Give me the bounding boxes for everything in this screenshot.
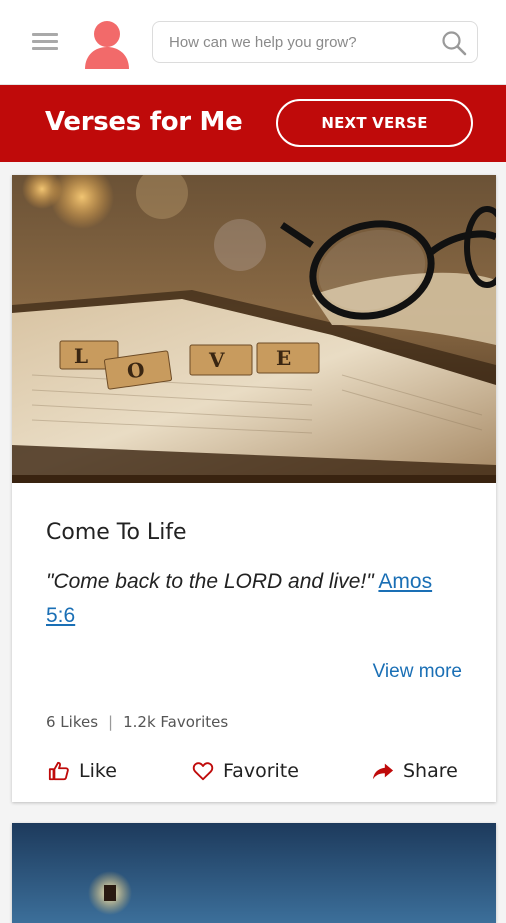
verse-quote: "Come back to the LORD and live!" Amos 5…	[46, 565, 466, 633]
verse-text: "Come back to the LORD and live!"	[46, 570, 374, 593]
like-button[interactable]: Like	[48, 753, 117, 789]
view-more-link[interactable]: View more	[373, 661, 462, 683]
svg-text:L: L	[74, 344, 88, 368]
svg-text:O: O	[125, 357, 146, 383]
svg-text:E: E	[276, 346, 291, 370]
verse-actions: Like Favorite Share	[12, 753, 496, 789]
user-icon[interactable]	[83, 19, 131, 71]
thumbs-up-icon	[48, 761, 69, 781]
page-title: Verses for Me	[45, 107, 243, 137]
top-bar	[0, 0, 506, 85]
search-box	[152, 21, 478, 63]
svg-text:V: V	[208, 348, 225, 372]
verse-image: L O V E	[12, 175, 496, 483]
likes-count: 6 Likes	[46, 713, 99, 731]
stats-divider: |	[108, 713, 114, 731]
next-verse-image	[12, 823, 496, 923]
share-arrow-icon	[372, 763, 394, 780]
like-label: Like	[79, 760, 117, 782]
verses-banner: Verses for Me NEXT VERSE	[0, 85, 506, 162]
favorites-count: 1.2k Favorites	[123, 713, 229, 731]
search-input[interactable]	[169, 22, 431, 62]
favorite-button[interactable]: Favorite	[192, 753, 299, 789]
verse-card: L O V E Come To Life "Come back to the L…	[12, 175, 496, 802]
next-verse-card	[12, 823, 496, 923]
share-button[interactable]: Share	[372, 753, 458, 789]
heart-icon	[192, 762, 214, 781]
share-label: Share	[403, 760, 458, 782]
favorite-label: Favorite	[223, 760, 299, 782]
verse-stats: 6 Likes | 1.2k Favorites	[46, 713, 228, 731]
next-verse-button[interactable]: NEXT VERSE	[276, 99, 473, 147]
search-icon[interactable]	[441, 30, 467, 56]
verse-title: Come To Life	[46, 520, 187, 545]
hamburger-icon[interactable]	[32, 33, 58, 51]
